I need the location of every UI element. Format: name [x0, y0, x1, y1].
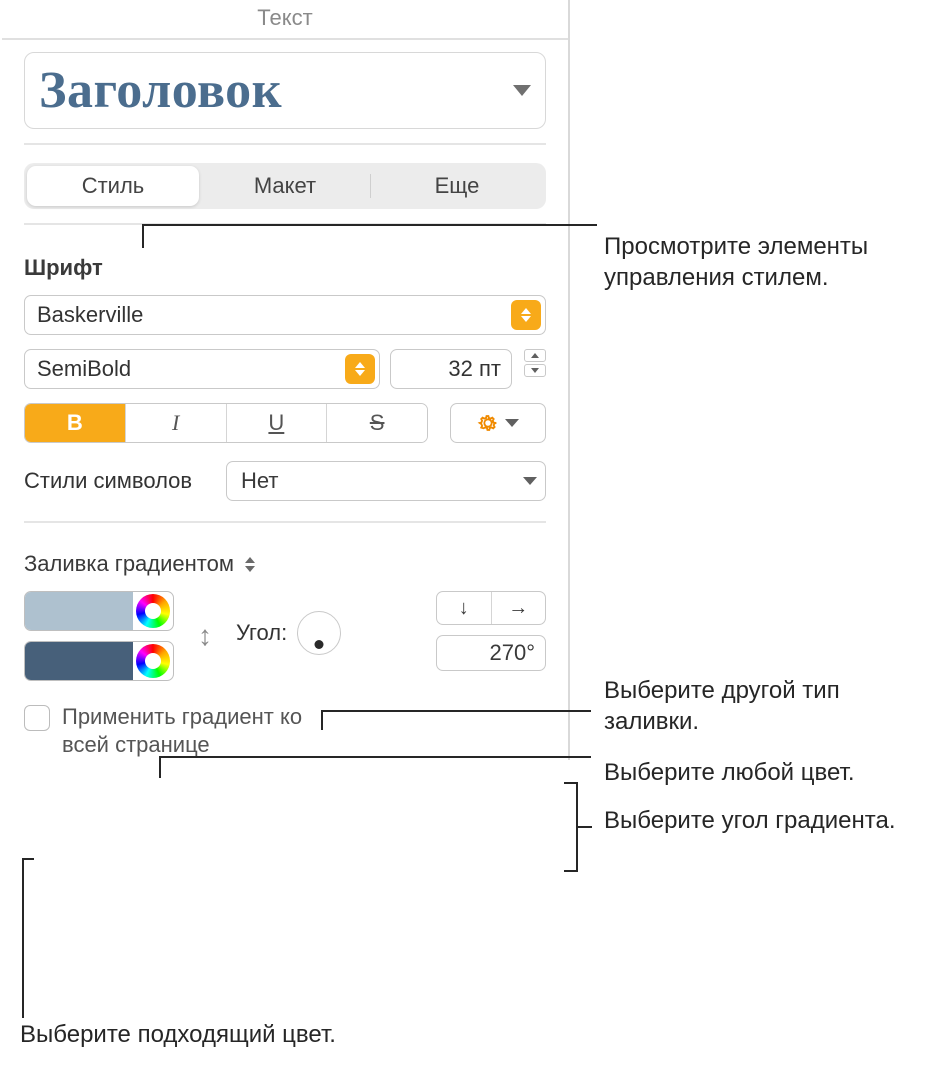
color-well-1[interactable]: [25, 592, 133, 630]
color-wheel-icon[interactable]: [136, 644, 170, 678]
callout-fill-type: Выберите другой тип заливки.: [604, 676, 934, 737]
dropdown-stepper-icon: [511, 300, 541, 330]
font-family-value: Baskerville: [37, 302, 143, 328]
advanced-options-button[interactable]: [450, 403, 546, 443]
chevron-down-icon: [505, 419, 519, 427]
apply-whole-page-label: Применить градиент ко всей странице: [62, 703, 322, 758]
chevron-up-icon: [245, 557, 255, 563]
color-wheel-icon[interactable]: [136, 594, 170, 628]
font-size-step-down[interactable]: [524, 364, 546, 377]
font-family-dropdown[interactable]: Baskerville: [24, 295, 546, 335]
callout-leader: [321, 710, 323, 730]
dropdown-stepper-icon: [345, 354, 375, 384]
callout-leader: [159, 756, 591, 758]
font-style-segment: B I U S: [24, 403, 428, 443]
font-weight-dropdown[interactable]: SemiBold: [24, 349, 380, 389]
callout-bracket: [564, 870, 576, 872]
direction-right-button[interactable]: →: [491, 592, 546, 624]
chevron-down-icon: [245, 566, 255, 572]
angle-value: 270°: [489, 640, 535, 666]
font-size-value: 32 пт: [391, 356, 507, 382]
bold-button[interactable]: B: [25, 404, 125, 442]
angle-dial[interactable]: [297, 611, 341, 655]
callout-bracket: [564, 782, 576, 784]
callout-style-controls: Просмотрите элементы управления стилем.: [604, 232, 944, 293]
font-section-label: Шрифт: [24, 255, 546, 281]
divider: [24, 143, 546, 145]
font-size-field[interactable]: 32 пт: [390, 349, 512, 389]
character-style-dropdown[interactable]: Нет: [226, 461, 546, 501]
angle-value-field[interactable]: 270°: [436, 635, 546, 671]
callout-any-color: Выберите любой цвет.: [604, 758, 934, 789]
callout-leader: [22, 858, 24, 1018]
swap-colors-icon[interactable]: ↕: [198, 620, 212, 652]
inspector-panel: Текст Заголовок Стиль Макет Еще Шрифт Ba…: [2, 0, 570, 760]
font-size-stepper: [524, 349, 546, 389]
paragraph-style-picker[interactable]: Заголовок: [24, 52, 546, 129]
chevron-down-icon: [523, 477, 537, 485]
character-style-value: Нет: [241, 468, 278, 494]
gradient-color-2: [24, 641, 174, 681]
angle-label: Угол:: [236, 620, 287, 646]
strikethrough-button[interactable]: S: [326, 404, 427, 442]
italic-button[interactable]: I: [125, 404, 226, 442]
callout-leader: [159, 756, 161, 778]
tab-layout[interactable]: Макет: [199, 166, 371, 206]
gear-icon: [477, 412, 499, 434]
callout-leader: [142, 224, 144, 248]
font-weight-value: SemiBold: [37, 356, 131, 382]
gradient-color-1: [24, 591, 174, 631]
callout-bracket: [576, 826, 592, 828]
callout-matching-color: Выберите подходящий цвет.: [20, 1020, 440, 1051]
apply-whole-page-checkbox[interactable]: [24, 705, 50, 731]
font-size-step-up[interactable]: [524, 349, 546, 362]
inspector-tabs: Стиль Макет Еще: [24, 163, 546, 209]
callout-leader: [142, 224, 597, 226]
character-styles-label: Стили символов: [24, 468, 214, 494]
gradient-swatches: [24, 591, 174, 681]
fill-type-dropdown[interactable]: [240, 557, 260, 572]
panel-title: Текст: [2, 0, 568, 40]
tab-style[interactable]: Стиль: [27, 166, 199, 206]
callout-angle: Выберите угол градиента.: [604, 806, 934, 837]
fill-type-label: Заливка градиентом: [24, 551, 234, 577]
color-well-2[interactable]: [25, 642, 133, 680]
direction-down-button[interactable]: ↓: [437, 592, 491, 624]
gradient-direction-segment: ↓ →: [436, 591, 546, 625]
paragraph-style-name: Заголовок: [39, 61, 282, 120]
divider: [24, 521, 546, 523]
callout-leader: [22, 858, 34, 860]
underline-button[interactable]: U: [226, 404, 327, 442]
tab-more[interactable]: Еще: [371, 166, 543, 206]
callout-leader: [321, 710, 591, 712]
chevron-down-icon: [513, 85, 531, 96]
